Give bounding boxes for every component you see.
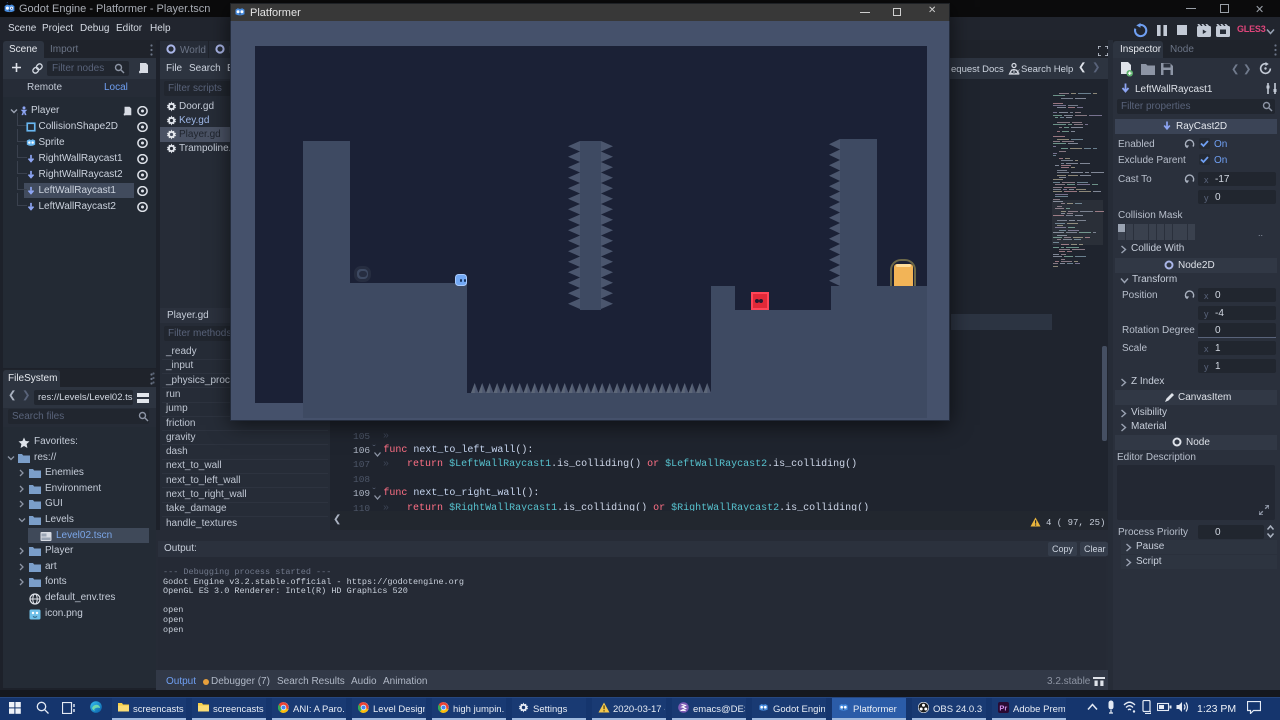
svg-text:DOC: DOC: [1011, 70, 1021, 76]
svg-text:Pr: Pr: [999, 704, 1007, 713]
